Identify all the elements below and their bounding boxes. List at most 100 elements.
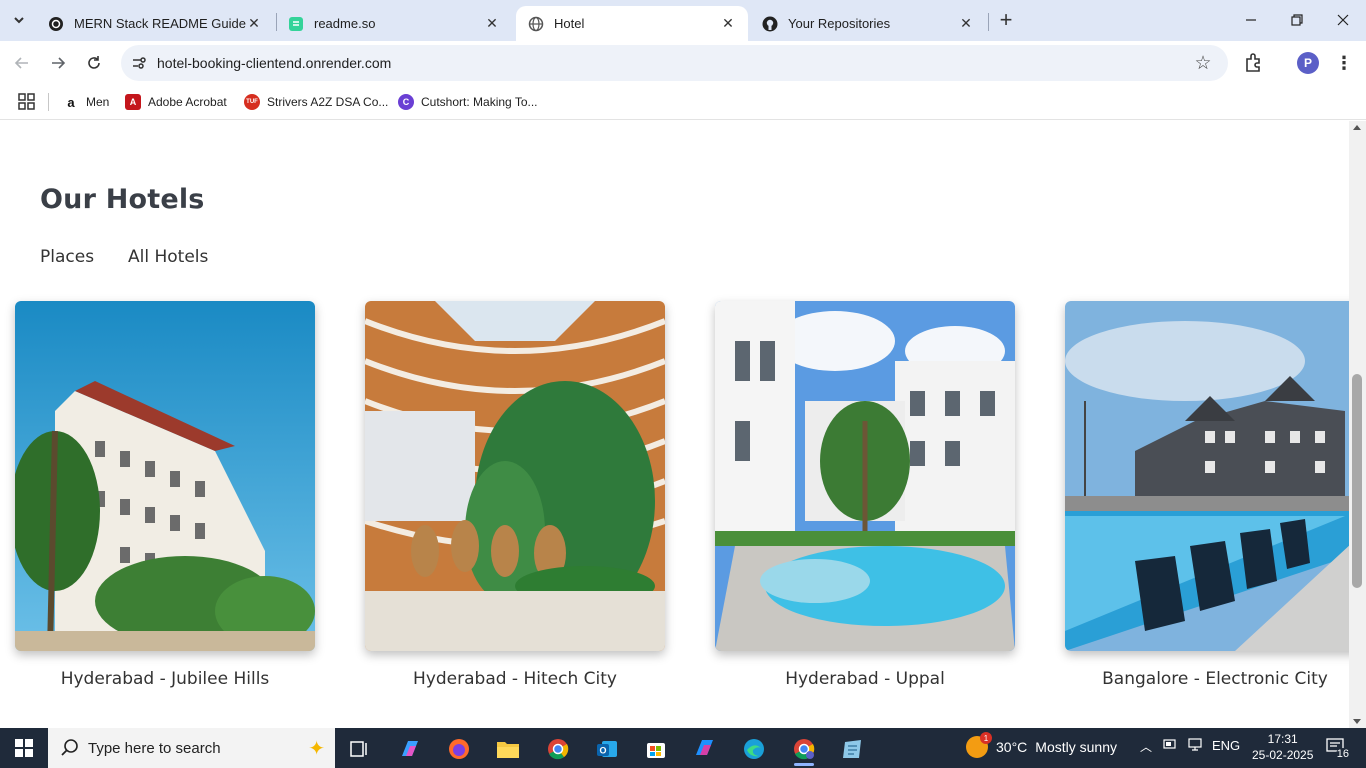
bookmark-cutshort[interactable]: C Cutshort: Making To... (398, 92, 538, 112)
task-view-icon[interactable] (342, 732, 378, 766)
github-icon (762, 16, 778, 32)
weather-temp: 30°C (996, 739, 1028, 755)
address-bar[interactable]: hotel-booking-clientend.onrender.com ☆ (121, 45, 1228, 81)
tab-divider (988, 13, 989, 31)
hotel-name: Hyderabad - Uppal (785, 669, 945, 689)
arrow-left-icon (14, 57, 28, 69)
restore-button[interactable] (1274, 0, 1320, 40)
tab-hotel[interactable]: Hotel ✕ (516, 6, 748, 41)
scroll-down-icon[interactable] (1353, 719, 1361, 724)
restore-icon (1291, 14, 1303, 26)
microsoft-store-icon[interactable] (638, 732, 674, 766)
tab-readme-so[interactable]: readme.so ✕ (276, 6, 512, 41)
hotel-photo[interactable] (1065, 301, 1349, 651)
adobe-acrobat-icon: A (125, 94, 141, 110)
notifications-button[interactable]: 16 (1324, 736, 1350, 760)
hotel-photo[interactable] (715, 301, 1015, 651)
copilot-icon[interactable] (392, 732, 428, 766)
bookmark-label: Strivers A2Z DSA Co... (267, 95, 389, 109)
tab-mern-readme[interactable]: MERN Stack README Guide ✕ (36, 6, 274, 41)
bookmark-label: Men (86, 95, 110, 109)
tab-title: Your Repositories (788, 16, 891, 31)
bookmark-strivers[interactable]: TUF Strivers A2Z DSA Co... (244, 92, 388, 112)
weather-badge: 1 (980, 732, 992, 744)
globe-icon (528, 16, 544, 32)
openai-icon (48, 16, 64, 32)
copilot-sparkle-icon[interactable]: ✦ (308, 736, 325, 761)
tuf-icon: TUF (244, 94, 260, 110)
forward-button[interactable] (44, 49, 72, 77)
network-icon[interactable] (1187, 738, 1203, 755)
battery-icon[interactable] (1163, 738, 1177, 753)
bookmark-star-icon[interactable]: ☆ (1192, 52, 1214, 74)
tab-search-button[interactable] (6, 7, 32, 33)
hotel-name: Hyderabad - Jubilee Hills (60, 669, 270, 689)
bookmark-label: Cutshort: Making To... (421, 95, 538, 109)
browser-toolbar: hotel-booking-clientend.onrender.com ☆ P… (0, 41, 1366, 85)
show-hidden-icons-chevron-icon[interactable]: ︿ (1140, 738, 1152, 755)
bookmark-men[interactable]: a Men (63, 92, 109, 112)
hotel-card[interactable]: Hyderabad - Jubilee Hills (15, 301, 315, 689)
url-text[interactable]: hotel-booking-clientend.onrender.com (157, 55, 391, 71)
file-explorer-icon[interactable] (490, 732, 526, 766)
close-icon[interactable]: ✕ (484, 15, 500, 32)
edge-icon[interactable] (736, 732, 772, 766)
svg-text:O: O (599, 746, 606, 756)
apps-grid-icon[interactable] (18, 93, 35, 110)
close-icon[interactable]: ✕ (958, 15, 974, 32)
microsoft-365-icon[interactable] (687, 732, 723, 766)
app-notes-icon[interactable] (834, 732, 870, 766)
page-content: Our Hotels Places All Hotels Hyderabad -… (0, 121, 1349, 728)
bookmarks-divider (48, 93, 49, 111)
search-icon (61, 739, 78, 756)
hotel-name: Hyderabad - Hitech City (413, 669, 617, 689)
hotel-photo[interactable] (365, 301, 665, 651)
chrome-profile-icon[interactable] (786, 732, 822, 766)
filter-places[interactable]: Places (40, 247, 94, 267)
firefox-icon[interactable] (441, 732, 477, 766)
hotel-card[interactable]: Hyderabad - Hitech City (365, 301, 665, 689)
minimize-icon (1246, 19, 1256, 21)
weather-desc: Mostly sunny (1035, 739, 1117, 755)
more-menu-icon[interactable]: ⋮ (1333, 51, 1355, 75)
cutshort-icon: C (398, 94, 414, 110)
minimize-button[interactable] (1228, 0, 1274, 40)
outlook-icon[interactable]: O (589, 732, 625, 766)
weather-widget[interactable]: 1 30°C Mostly sunny (966, 732, 1117, 758)
section-title: Our Hotels (40, 184, 205, 215)
page-scrollbar[interactable] (1349, 121, 1366, 728)
close-icon[interactable]: ✕ (246, 15, 262, 32)
chrome-icon[interactable] (540, 732, 576, 766)
windows-taskbar: Type here to search ✦ O 1 30°C Mostly su… (0, 728, 1366, 768)
hotel-card[interactable]: Bangalore - Electronic City (1065, 301, 1349, 689)
tab-title: Hotel (554, 16, 585, 31)
bookmark-adobe-acrobat[interactable]: A Adobe Acrobat (125, 92, 227, 112)
filter-all-hotels[interactable]: All Hotels (128, 247, 208, 267)
bookmark-label: Adobe Acrobat (148, 95, 227, 109)
site-info-icon[interactable] (129, 53, 149, 73)
start-button[interactable] (0, 728, 48, 768)
hotel-card[interactable]: Hyderabad - Uppal (715, 301, 1015, 689)
extensions-icon[interactable] (1243, 51, 1267, 75)
profile-avatar[interactable]: P (1297, 52, 1319, 74)
scrollbar-thumb[interactable] (1352, 374, 1362, 588)
reload-button[interactable] (80, 49, 108, 77)
tab-your-repositories[interactable]: Your Repositories ✕ (750, 6, 986, 41)
tab-title: MERN Stack README Guide (74, 16, 246, 31)
hotel-photo[interactable] (15, 301, 315, 651)
close-icon (1337, 14, 1349, 26)
scroll-up-icon[interactable] (1353, 125, 1361, 130)
notification-count: 16 (1335, 748, 1350, 760)
taskbar-search[interactable]: Type here to search ✦ (48, 728, 335, 768)
close-icon[interactable]: ✕ (720, 15, 736, 32)
back-button[interactable] (8, 49, 36, 77)
search-placeholder: Type here to search (88, 739, 221, 757)
bookmarks-bar: a Men A Adobe Acrobat TUF Strivers A2Z D… (0, 85, 1366, 120)
close-window-button[interactable] (1320, 0, 1366, 40)
clock[interactable]: 17:31 25-02-2025 (1252, 731, 1313, 763)
arrow-right-icon (52, 57, 66, 69)
chevron-down-icon (14, 17, 24, 24)
readme-so-icon (288, 16, 304, 32)
new-tab-button[interactable]: + (994, 7, 1018, 32)
language-indicator[interactable]: ENG (1212, 738, 1240, 753)
